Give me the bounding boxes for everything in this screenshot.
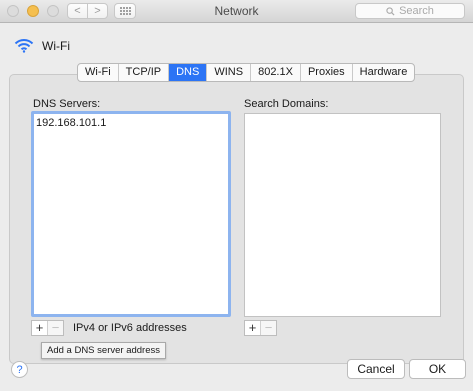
tab-hardware[interactable]: Hardware [353,64,415,81]
tab-proxies[interactable]: Proxies [301,64,353,81]
tab-tcpip[interactable]: TCP/IP [119,64,170,81]
search-field[interactable]: Search [355,3,465,19]
question-mark-icon: ? [16,363,23,376]
domains-add-remove-control: + − [244,320,277,336]
interface-name: Wi-Fi [42,38,70,53]
interface-header: Wi-Fi [14,38,70,53]
title-bar: < > Network Search [0,0,473,23]
tab-bar: Wi-Fi TCP/IP DNS WINS 802.1X Proxies Har… [77,63,416,82]
search-placeholder: Search [399,5,434,17]
add-dns-server-button[interactable]: + [32,321,48,335]
search-icon [386,6,395,16]
dns-servers-label: DNS Servers: [33,98,101,110]
help-button[interactable]: ? [11,361,28,378]
remove-dns-server-button[interactable]: − [48,321,63,335]
tab-dns[interactable]: DNS [169,64,208,81]
address-format-hint: IPv4 or IPv6 addresses [73,322,187,334]
tab-wifi[interactable]: Wi-Fi [78,64,119,81]
tab-8021x[interactable]: 802.1X [251,64,301,81]
list-item[interactable]: 192.168.101.1 [34,114,228,129]
search-domains-label: Search Domains: [244,98,329,110]
remove-search-domain-button[interactable]: − [261,321,276,335]
add-search-domain-button[interactable]: + [245,321,261,335]
search-domains-list[interactable] [244,113,441,317]
dns-add-remove-control: + − [31,320,64,336]
network-window: < > Network Search Wi-Fi Wi-Fi TCP/IP DN… [0,0,473,391]
wifi-icon [14,39,34,53]
ok-button[interactable]: OK [409,359,466,379]
dns-servers-list[interactable]: 192.168.101.1 [31,111,231,317]
tab-wins[interactable]: WINS [207,64,252,81]
add-dns-tooltip: Add a DNS server address [41,342,166,359]
cancel-button[interactable]: Cancel [347,359,405,379]
